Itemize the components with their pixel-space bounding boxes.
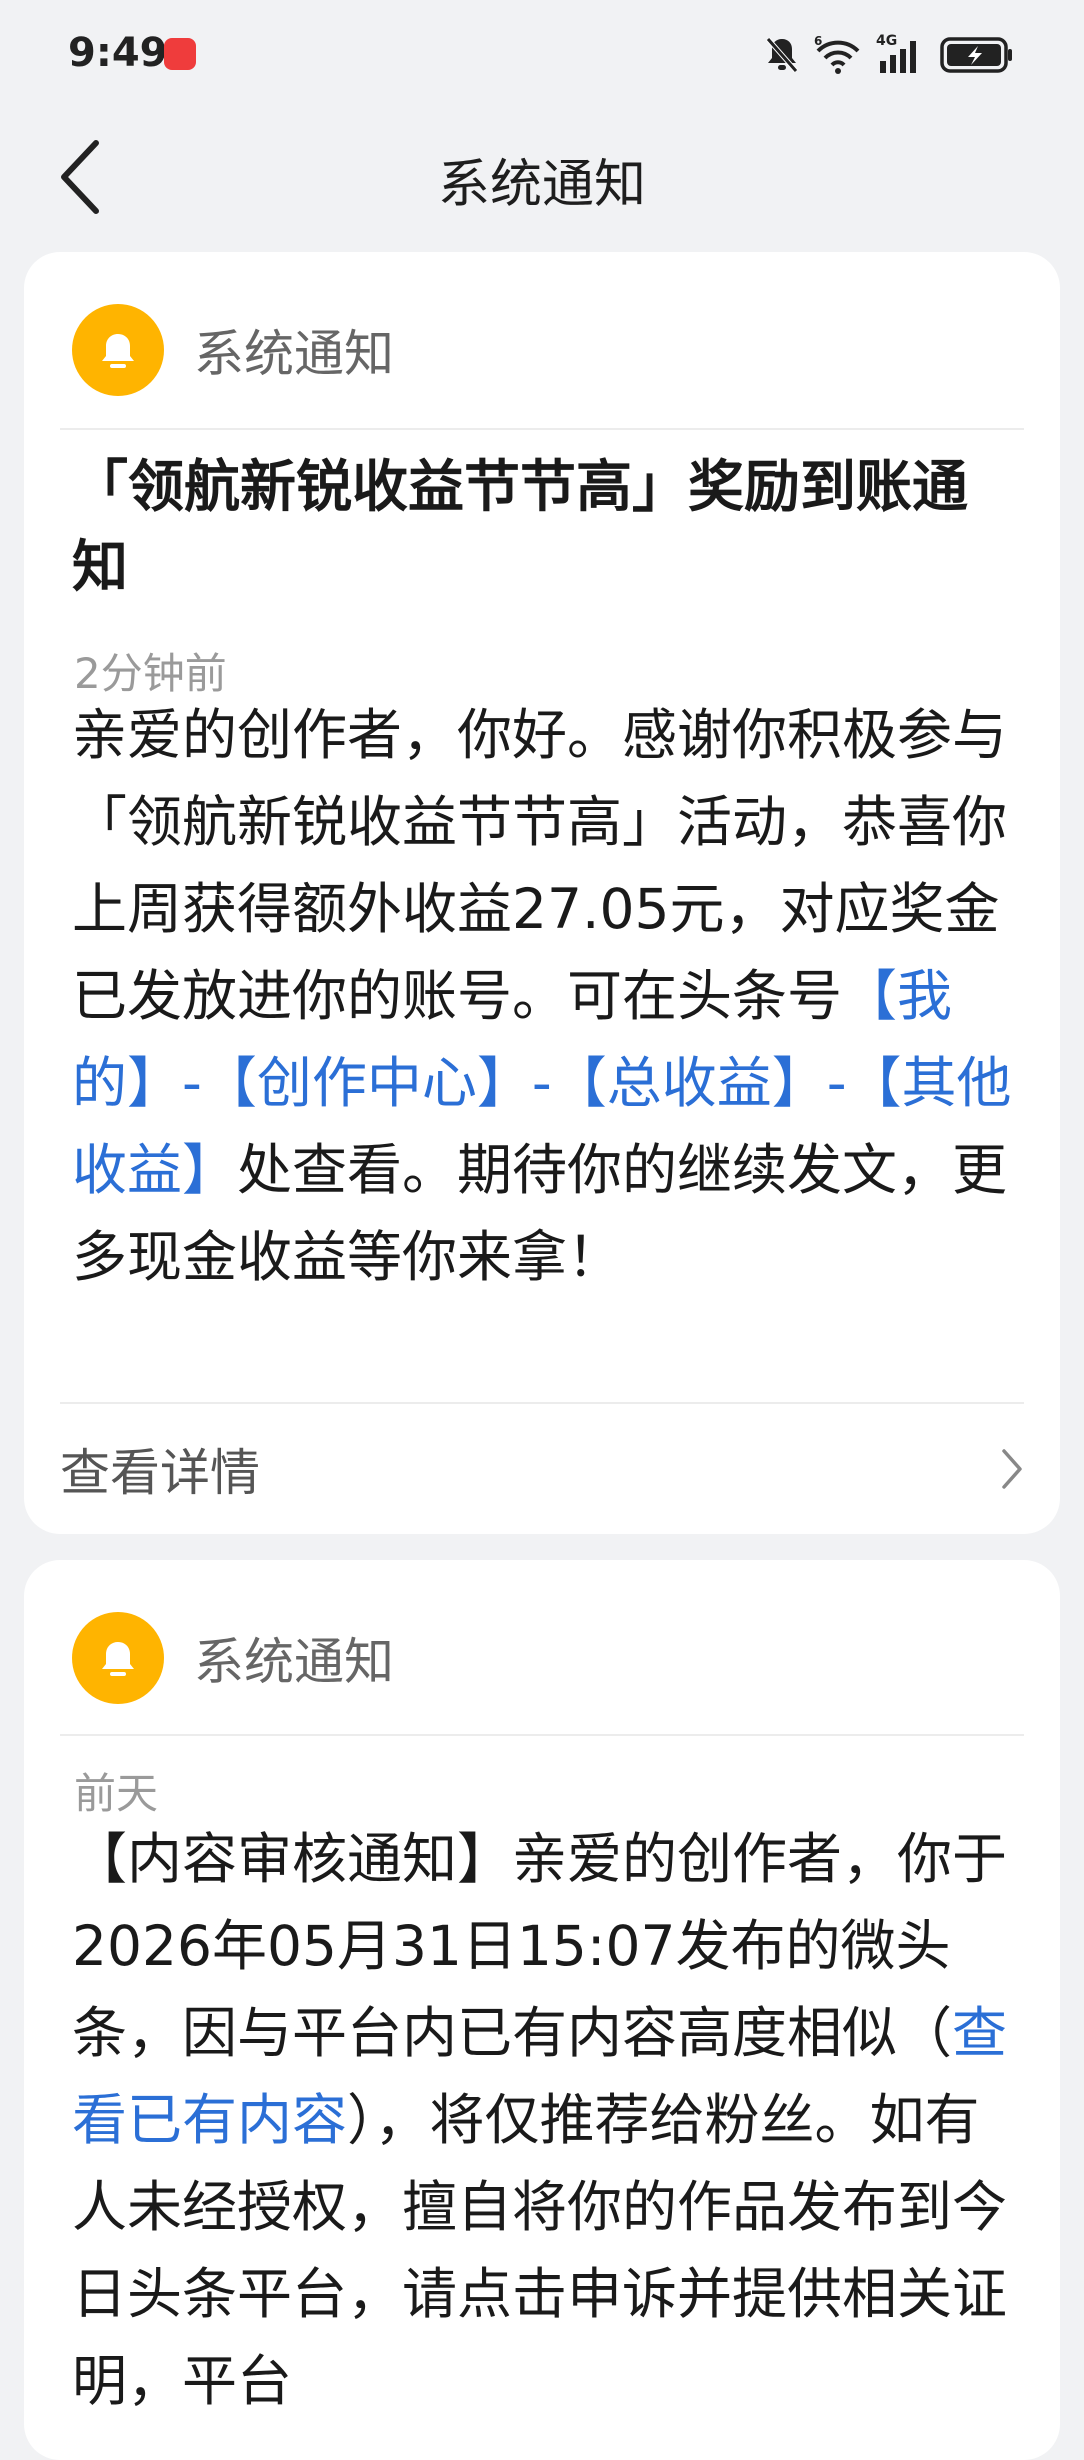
nav-bar: 系统通知 (0, 110, 1084, 240)
notification-body: 【内容审核通知】亲爱的创作者，你于2026年05月31日15:07发布的微头条，… (72, 1816, 1014, 2425)
bell-icon (72, 304, 164, 396)
view-details-button[interactable]: 查看详情 (60, 1404, 1024, 1534)
signal-4g-icon: 4G (876, 33, 926, 75)
wifi-6-icon: 6 (814, 35, 860, 74)
view-details-label: 查看详情 (60, 1444, 260, 1502)
bell-icon (72, 1612, 164, 1704)
status-icons: 6 4G (764, 28, 1014, 82)
notification-card[interactable]: 系统通知 前天 【内容审核通知】亲爱的创作者，你于2026年05月31日15:0… (24, 1560, 1060, 2460)
body-text: 【内容审核通知】亲爱的创作者，你于2026年05月31日15:07发布的微头条，… (72, 1827, 1008, 2065)
notification-body: 亲爱的创作者，你好。感谢你积极参与「领航新锐收益节节高」活动，恭喜你上周获得额外… (72, 692, 1014, 1301)
battery-charging-icon (940, 37, 1012, 73)
app-badge-icon (164, 38, 196, 70)
notification-card[interactable]: 系统通知 「领航新锐收益节节高」奖励到账通知 2分钟前 亲爱的创作者，你好。感谢… (24, 252, 1060, 1534)
notification-time: 前天 (74, 1769, 159, 1818)
chevron-right-icon (1002, 1449, 1022, 1489)
mute-bell-icon (766, 37, 798, 73)
svg-text:6: 6 (814, 35, 822, 48)
sender-name: 系统通知 (194, 1633, 394, 1691)
status-time: 9:49 (68, 30, 168, 76)
sender-name: 系统通知 (194, 325, 394, 383)
divider (60, 1734, 1024, 1736)
divider (60, 428, 1024, 430)
card-header: 系统通知 (72, 304, 394, 396)
status-bar: 9:49 6 4G (0, 0, 1084, 110)
page-title: 系统通知 (437, 155, 646, 215)
notification-title: 「领航新锐收益节节高」奖励到账通知 (72, 455, 968, 600)
card-header: 系统通知 (72, 1612, 394, 1704)
